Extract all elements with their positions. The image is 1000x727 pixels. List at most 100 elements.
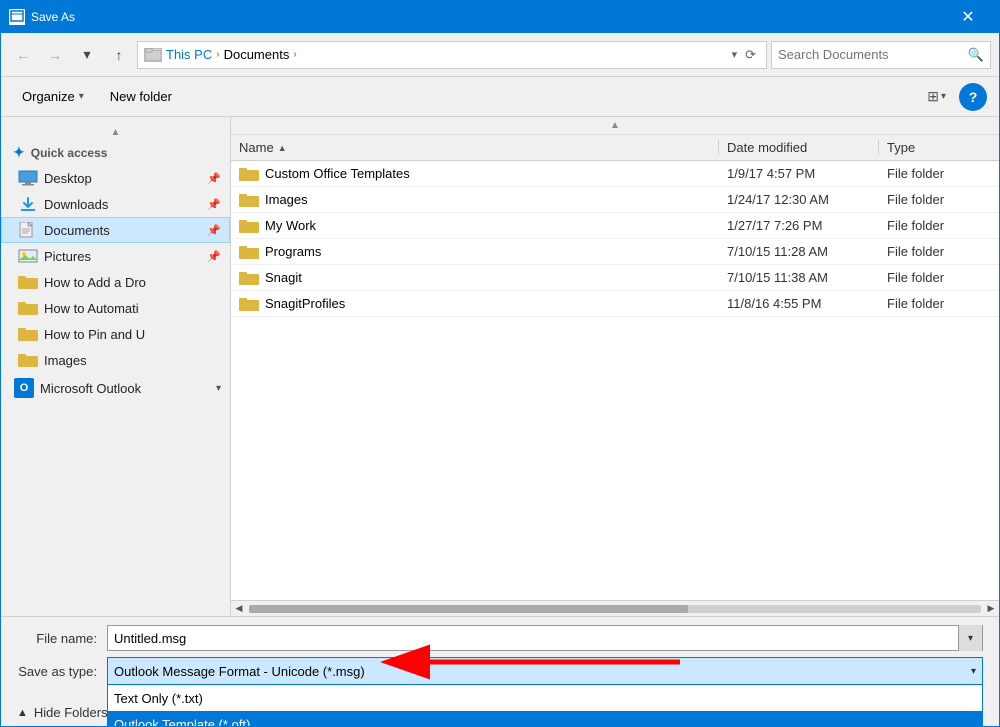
file-pane-scroll-up[interactable]: ▲ (231, 117, 999, 135)
filetype-dropdown[interactable]: Outlook Message Format - Unicode (*.msg)… (107, 657, 983, 685)
sidebar-item-documents-label: Documents (44, 223, 199, 238)
table-row[interactable]: Snagit 7/10/15 11:38 AM File folder (231, 265, 999, 291)
address-bar[interactable]: This PC › Documents › ▾ ⟳ (137, 41, 767, 69)
sidebar-item-documents[interactable]: Documents 📌 (1, 217, 230, 243)
pin-icon: 📌 (207, 198, 221, 211)
scroll-right-button[interactable]: ▶ (983, 601, 999, 617)
close-button[interactable]: ✕ (945, 1, 991, 33)
sidebar-item-label: How to Add a Dro (44, 275, 221, 290)
horizontal-scrollbar[interactable]: ◀ ▶ (231, 600, 999, 616)
dropdown-button[interactable]: ▾ (73, 41, 101, 69)
toolbar: ← → ▾ ↑ This PC › Documents › ▾ ⟳ 🔍 (1, 33, 999, 77)
view-icon: ⊞ (927, 88, 939, 105)
search-box[interactable]: 🔍 (771, 41, 991, 69)
file-name-cell: Programs (231, 244, 719, 260)
quick-access-star-icon: ✦ (13, 144, 25, 161)
table-row[interactable]: Programs 7/10/15 11:28 AM File folder (231, 239, 999, 265)
folder-icon (18, 300, 38, 316)
sidebar-item-images[interactable]: Images (1, 347, 230, 373)
outlook-expand-arrow: ▾ (216, 383, 221, 394)
dropdown-item-outlook-template[interactable]: Outlook Template (*.oft) (108, 711, 982, 727)
search-input[interactable] (778, 47, 964, 62)
sidebar: ▲ ✦ Quick access Desktop 📌 (1, 117, 231, 616)
folder-icon (18, 326, 38, 342)
pin-icon: 📌 (207, 224, 221, 237)
sidebar-item-downloads[interactable]: Downloads 📌 (1, 191, 230, 217)
downloads-icon (18, 196, 38, 212)
col-date[interactable]: Date modified (719, 140, 879, 155)
new-folder-button[interactable]: New folder (101, 84, 181, 109)
sidebar-item-desktop[interactable]: Desktop 📌 (1, 165, 230, 191)
folder-icon (239, 218, 259, 234)
documents-icon (18, 222, 38, 238)
folder-icon (18, 274, 38, 290)
dropdown-value-text: Outlook Message Format - Unicode (*.msg) (114, 664, 971, 679)
dropdown-arrow-icon[interactable]: ▾ (971, 666, 976, 677)
back-button[interactable]: ← (9, 41, 37, 69)
forward-button[interactable]: → (41, 41, 69, 69)
filename-input-wrap[interactable]: ▾ (107, 625, 983, 651)
dropdown-list: Text Only (*.txt) Outlook Template (*.of… (107, 684, 983, 727)
window-title: Save As (31, 10, 945, 24)
action-bar: Organize ▾ New folder ⊞ ▾ ? (1, 77, 999, 117)
dropdown-selected-value[interactable]: Outlook Message Format - Unicode (*.msg)… (108, 658, 982, 684)
table-row[interactable]: SnagitProfiles 11/8/16 4:55 PM File fold… (231, 291, 999, 317)
sidebar-item-how-to-pin[interactable]: How to Pin and U (1, 321, 230, 347)
file-name-cell: My Work (231, 218, 719, 234)
search-icon: 🔍 (968, 47, 984, 63)
folder-icon (239, 270, 259, 286)
sidebar-item-how-to-auto[interactable]: How to Automati (1, 295, 230, 321)
folder-icon (239, 296, 259, 312)
main-area: ▲ ✦ Quick access Desktop 📌 (1, 117, 999, 616)
hide-folders-arrow-icon: ▲ (17, 707, 28, 719)
address-dropdown-arrow[interactable]: ▾ (732, 48, 738, 61)
help-button[interactable]: ? (959, 83, 987, 111)
window-icon (9, 9, 25, 25)
sidebar-item-label: How to Automati (44, 301, 221, 316)
filetype-row: Save as type: Outlook Message Format - U… (17, 657, 983, 685)
path-documents[interactable]: Documents (224, 47, 290, 62)
sidebar-item-label: Images (44, 353, 221, 368)
address-path: This PC › Documents › (166, 47, 728, 62)
file-name-cell: Images (231, 192, 719, 208)
folder-icon (239, 244, 259, 260)
refresh-button[interactable]: ⟳ (741, 45, 760, 65)
quick-access-header: ✦ Quick access (1, 140, 230, 165)
sidebar-scroll-up[interactable]: ▲ (1, 125, 230, 140)
dropdown-item-text-only[interactable]: Text Only (*.txt) (108, 685, 982, 711)
file-name-cell: Custom Office Templates (231, 166, 719, 182)
table-row[interactable]: My Work 1/27/17 7:26 PM File folder (231, 213, 999, 239)
pin-icon: 📌 (207, 172, 221, 185)
address-icon (144, 48, 162, 62)
sidebar-item-label: How to Pin and U (44, 327, 221, 342)
file-table-header: Name ▲ Date modified Type (231, 135, 999, 161)
filename-row: File name: ▾ (17, 625, 983, 651)
col-type[interactable]: Type (879, 140, 999, 155)
scroll-track[interactable] (249, 605, 981, 613)
sidebar-item-pictures[interactable]: Pictures 📌 (1, 243, 230, 269)
save-as-dialog: Save As ✕ ← → ▾ ↑ This PC › Documents › … (0, 0, 1000, 727)
folder-icon (239, 166, 259, 182)
up-button[interactable]: ↑ (105, 41, 133, 69)
col-name[interactable]: Name ▲ (231, 140, 719, 155)
scroll-left-button[interactable]: ◀ (231, 601, 247, 617)
path-this-pc[interactable]: This PC (166, 47, 212, 62)
view-button[interactable]: ⊞ ▾ (918, 83, 955, 110)
sidebar-item-downloads-label: Downloads (44, 197, 199, 212)
organize-button[interactable]: Organize ▾ (13, 84, 93, 109)
filename-input[interactable] (108, 631, 958, 646)
hide-folders-label: Hide Folders (34, 705, 108, 720)
table-row[interactable]: Images 1/24/17 12:30 AM File folder (231, 187, 999, 213)
outlook-icon: O (14, 378, 34, 398)
sidebar-item-outlook-label: Microsoft Outlook (40, 381, 210, 396)
sidebar-item-outlook[interactable]: O Microsoft Outlook ▾ (1, 373, 230, 403)
bottom-form: File name: ▾ Save as type: Outlook Messa… (1, 616, 999, 699)
scroll-thumb[interactable] (249, 605, 688, 613)
pin-icon: 📌 (207, 250, 221, 263)
sidebar-item-how-to-add[interactable]: How to Add a Dro (1, 269, 230, 295)
file-pane: ▲ Name ▲ Date modified Type Custom Offic… (231, 117, 999, 616)
pictures-icon (18, 248, 38, 264)
folder-icon (18, 352, 38, 368)
filename-dropdown-arrow[interactable]: ▾ (958, 625, 982, 651)
table-row[interactable]: Custom Office Templates 1/9/17 4:57 PM F… (231, 161, 999, 187)
